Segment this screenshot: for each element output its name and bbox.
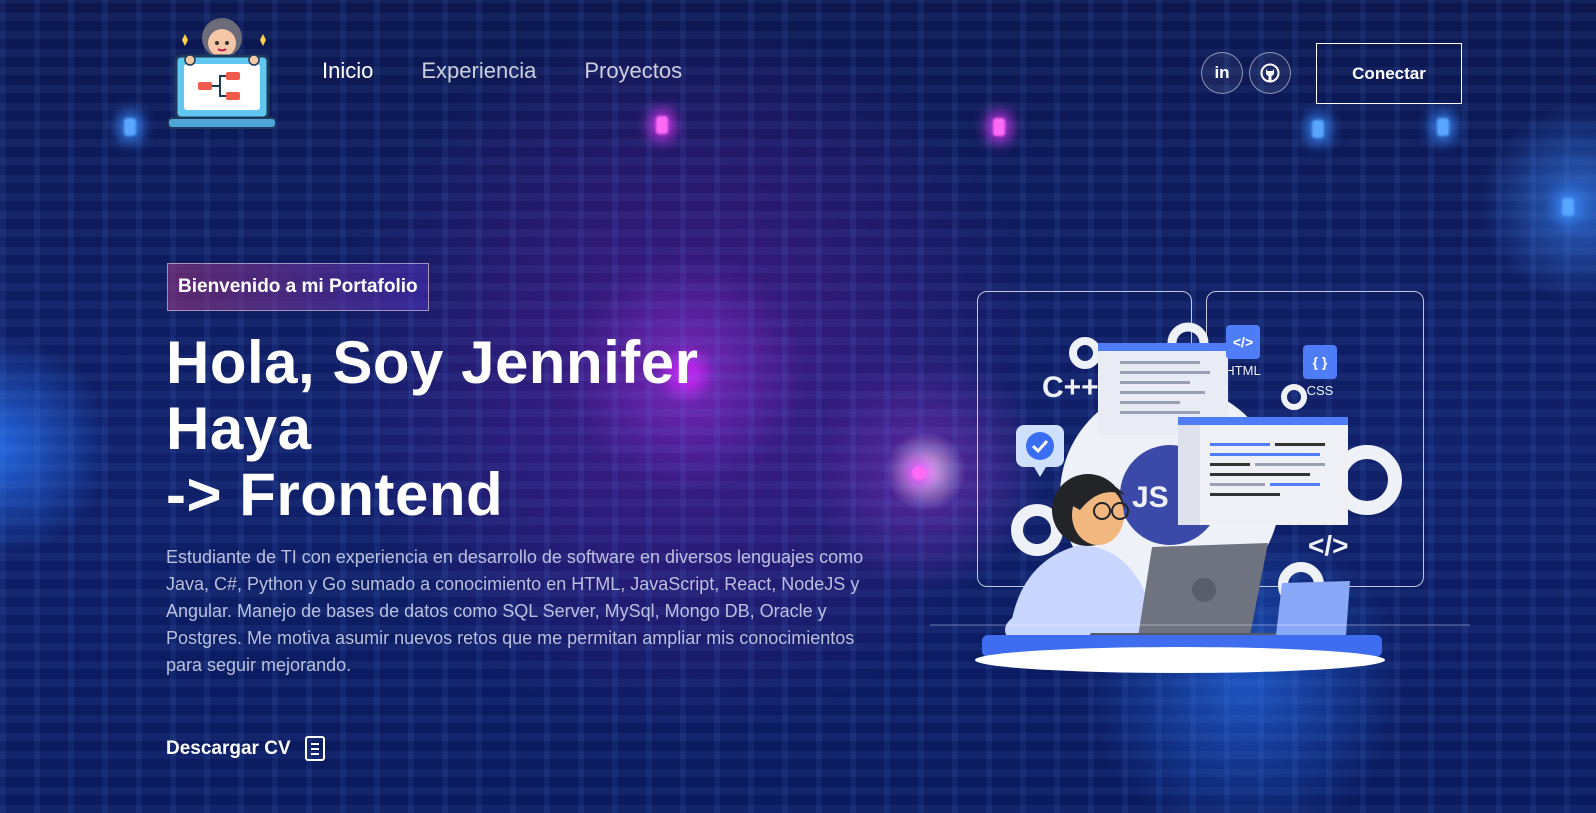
hero-headline: Hola, Soy Jennifer Haya -> Frontend — [166, 330, 866, 528]
gear-icon — [1011, 504, 1063, 556]
github-button[interactable] — [1249, 52, 1291, 94]
cpp-label: C++ — [1042, 371, 1099, 404]
developer-illustration: C++ </> HTML { } CSS JS </> — [930, 285, 1470, 695]
document-icon — [304, 736, 325, 761]
top-navbar: Inicio Experiencia Proyectos in Conectar — [0, 0, 1596, 140]
linkedin-icon: in — [1214, 63, 1230, 82]
connect-button[interactable]: Conectar — [1316, 43, 1462, 104]
coding-scene-svg: C++ </> HTML { } CSS JS </> — [930, 322, 1470, 673]
nav-links: Inicio Experiencia Proyectos — [322, 58, 682, 84]
github-icon — [1260, 63, 1280, 83]
logo[interactable] — [167, 14, 277, 132]
nav-link-proyectos[interactable]: Proyectos — [584, 58, 682, 84]
js-label: JS — [1132, 481, 1169, 514]
css-braces-label: { } — [1313, 354, 1328, 370]
headline-line-3: -> Frontend — [166, 461, 504, 528]
light-spot — [1562, 198, 1574, 216]
html-tag-label: </> — [1233, 334, 1253, 350]
welcome-tagline: Bienvenido a mi Portafolio — [167, 263, 429, 311]
headline-line-2: Haya — [166, 395, 312, 462]
gear-icon — [1281, 384, 1307, 410]
download-cv-label: Descargar CV — [166, 737, 291, 759]
headline-line-1: Hola, Soy Jennifer — [166, 329, 699, 396]
linkedin-button[interactable]: in — [1201, 52, 1243, 94]
code-tag-label: </> — [1308, 530, 1348, 561]
light-spot — [912, 466, 926, 480]
css-label: CSS — [1307, 383, 1334, 398]
nav-link-inicio[interactable]: Inicio — [322, 58, 373, 84]
download-cv-button[interactable]: Descargar CV — [166, 736, 325, 761]
nav-link-experiencia[interactable]: Experiencia — [421, 58, 536, 84]
gear-icon — [1069, 337, 1101, 369]
developer-laptop-logo-icon — [167, 18, 277, 129]
hero-description: Estudiante de TI con experiencia en desa… — [166, 547, 864, 675]
html-label: HTML — [1225, 363, 1260, 378]
